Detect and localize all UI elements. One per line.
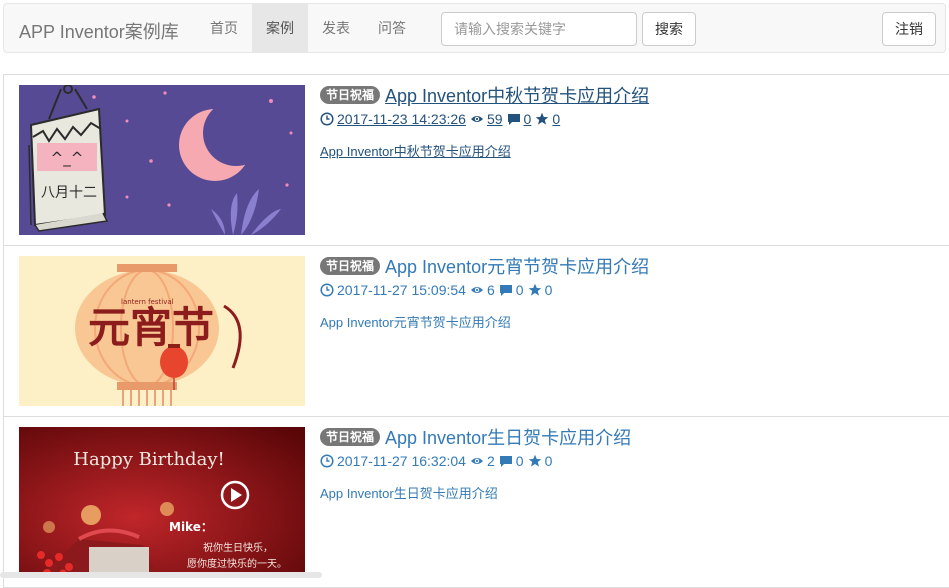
clock-icon [320, 112, 334, 126]
nav-publish[interactable]: 发表 [308, 4, 364, 52]
comment-icon [499, 456, 512, 467]
category-badge[interactable]: 节日祝福 [320, 257, 381, 275]
nav-menu: 首页 案例 发表 问答 [196, 4, 420, 52]
horizontal-scrollbar[interactable] [0, 572, 322, 578]
star-icon [528, 283, 541, 296]
logout-button[interactable]: 注销 [882, 12, 936, 46]
thumb-birthday-line1: 祝你生日快乐， [203, 541, 273, 554]
eye-icon [470, 458, 483, 464]
item-summary-link[interactable]: App Inventor中秋节贺卡应用介绍 [320, 141, 649, 160]
item-time: 2017-11-23 14:23:26 [337, 111, 466, 127]
star-count: 0 [552, 111, 561, 127]
item-time: 2017-11-27 15:09:54 [337, 282, 466, 298]
search-input[interactable] [441, 12, 637, 46]
thumb-text-face: ^_^ [51, 149, 84, 168]
search-button[interactable]: 搜索 [642, 12, 696, 46]
star-icon [536, 112, 549, 125]
item-info: 节日祝福 App Inventor中秋节贺卡应用介绍 2017-11-23 14… [320, 84, 649, 160]
thumbnail-birthday[interactable]: Happy Birthday! Mike： 祝你生日快乐， 愿你度过快乐的一天。 [19, 427, 305, 577]
star-count: 0 [544, 453, 553, 469]
item-title-link[interactable]: App Inventor生日贺卡应用介绍 [385, 424, 631, 450]
thumb-birthday-name: Mike： [169, 520, 213, 534]
item-summary-link[interactable]: App Inventor元宵节贺卡应用介绍 [320, 312, 649, 331]
item-time: 2017-11-27 16:32:04 [337, 453, 466, 469]
brand-title[interactable]: APP Inventor案例库 [19, 18, 179, 44]
view-count: 59 [486, 111, 503, 127]
view-count: 6 [486, 282, 495, 298]
thumb-festival-subtitle: lantern festival [121, 298, 174, 306]
star-count: 0 [544, 282, 553, 298]
nav-cases[interactable]: 案例 [252, 4, 308, 52]
star-icon [528, 454, 541, 467]
list-item: 元宵节 lantern festival 节日祝福 App Inventor元宵… [3, 246, 949, 417]
list-item: Happy Birthday! Mike： 祝你生日快乐， 愿你度过快乐的一天。… [3, 417, 949, 588]
thumb-birthday-title: Happy Birthday! [73, 449, 224, 470]
nav-home[interactable]: 首页 [196, 4, 252, 52]
item-meta: 2017-11-23 14:23:26 59 0 0 [320, 109, 649, 129]
eye-icon [470, 287, 483, 293]
thumb-birthday-line2: 愿你度过快乐的一天。 [187, 557, 287, 570]
item-info: 节日祝福 App Inventor元宵节贺卡应用介绍 2017-11-27 15… [320, 255, 649, 331]
comment-count: 0 [515, 282, 524, 298]
item-summary-link[interactable]: App Inventor生日贺卡应用介绍 [320, 483, 631, 502]
category-badge[interactable]: 节日祝福 [320, 428, 381, 446]
navbar: APP Inventor案例库 首页 案例 发表 问答 搜索 注销 [3, 3, 946, 53]
item-meta: 2017-11-27 15:09:54 6 0 0 [320, 280, 649, 300]
clock-icon [320, 454, 334, 468]
view-count: 2 [486, 453, 495, 469]
eye-icon [470, 116, 483, 122]
comment-count: 0 [523, 111, 532, 127]
comment-icon [507, 114, 520, 125]
comment-count: 0 [515, 453, 524, 469]
item-title-link[interactable]: App Inventor中秋节贺卡应用介绍 [385, 82, 649, 108]
item-info: 节日祝福 App Inventor生日贺卡应用介绍 2017-11-27 16:… [320, 426, 631, 502]
case-list: ^_^ 八月十二 节日祝福 App Inventor中秋节贺卡应用介绍 2017… [3, 74, 949, 588]
thumbnail-mid-autumn[interactable]: ^_^ 八月十二 [19, 85, 305, 235]
list-item: ^_^ 八月十二 节日祝福 App Inventor中秋节贺卡应用介绍 2017… [3, 75, 949, 246]
item-title-link[interactable]: App Inventor元宵节贺卡应用介绍 [385, 253, 649, 279]
comment-icon [499, 285, 512, 296]
item-meta: 2017-11-27 16:32:04 2 0 0 [320, 451, 631, 471]
thumbnail-lantern-festival[interactable]: 元宵节 lantern festival [19, 256, 305, 406]
nav-qa[interactable]: 问答 [364, 4, 420, 52]
clock-icon [320, 283, 334, 297]
category-badge[interactable]: 节日祝福 [320, 86, 381, 104]
thumb-festival-title: 元宵节 [88, 303, 214, 352]
thumb-text-date: 八月十二 [41, 185, 97, 201]
